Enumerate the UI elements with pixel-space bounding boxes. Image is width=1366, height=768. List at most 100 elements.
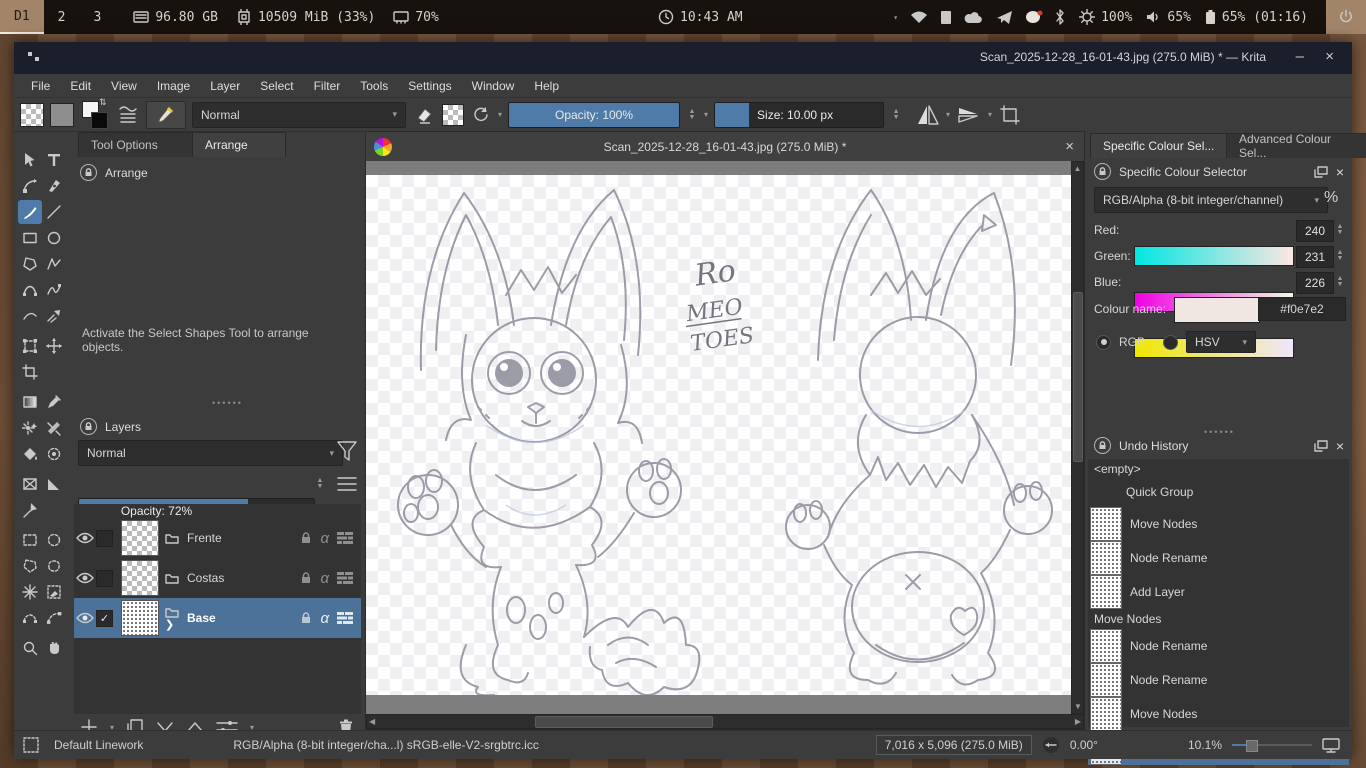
- line-tool[interactable]: [42, 200, 66, 224]
- zoom-value[interactable]: 10.1%: [1188, 738, 1222, 752]
- scroll-right-arrow[interactable]: ▶: [1075, 717, 1081, 726]
- menu-image[interactable]: Image: [148, 76, 199, 96]
- undo-item-move-nodes-2[interactable]: Move Nodes: [1088, 697, 1349, 731]
- swap-colors-icon[interactable]: ⇅: [99, 97, 107, 108]
- wifi-icon[interactable]: [910, 10, 928, 24]
- layer-properties-icon[interactable]: [337, 612, 353, 624]
- bluetooth-icon[interactable]: [1055, 9, 1065, 25]
- menu-settings[interactable]: Settings: [399, 76, 460, 96]
- menu-select[interactable]: Select: [251, 76, 302, 96]
- assistants-tool[interactable]: [18, 472, 42, 496]
- layer-alpha-icon[interactable]: α: [320, 610, 329, 627]
- layer-opacity-spinner[interactable]: ▲ ▼: [314, 472, 326, 496]
- undo-close-icon[interactable]: ×: [1336, 438, 1344, 454]
- colorize-mask-tool[interactable]: [42, 416, 66, 440]
- hsv-radio[interactable]: [1163, 334, 1179, 350]
- layer-row-frente[interactable]: Frente α: [74, 518, 361, 558]
- tab-specific-colour-selector[interactable]: Specific Colour Sel...: [1090, 133, 1244, 158]
- menu-file[interactable]: File: [22, 76, 59, 96]
- layer-thumbnail[interactable]: [121, 560, 159, 596]
- size-spinner[interactable]: ▲ ▼: [890, 103, 902, 127]
- layer-options-menu-icon[interactable]: [336, 474, 358, 494]
- layer-visible-icon[interactable]: [74, 572, 96, 584]
- colour-selector-lock-icon[interactable]: [1094, 163, 1111, 180]
- layer-checkbox[interactable]: [96, 529, 113, 547]
- polyline-tool[interactable]: [42, 252, 66, 276]
- reference-images-tool[interactable]: [18, 498, 42, 522]
- layer-alpha-icon[interactable]: α: [320, 530, 329, 547]
- canvas-vertical-scrollbar[interactable]: ▲ ▼: [1071, 161, 1084, 714]
- magnetic-select-tool[interactable]: [42, 606, 66, 630]
- opacity-dropdown-arrow-icon[interactable]: ▾: [704, 110, 708, 119]
- mirror-vertical-arrow-icon[interactable]: ▾: [988, 110, 992, 119]
- menu-window[interactable]: Window: [463, 76, 524, 96]
- undo-splitter-dots[interactable]: ••••••: [1204, 427, 1235, 437]
- brush-presets-icon[interactable]: [116, 103, 140, 127]
- menu-edit[interactable]: Edit: [61, 76, 100, 96]
- layer-thumbnail[interactable]: [121, 600, 159, 636]
- layer-filter-icon[interactable]: [336, 440, 358, 464]
- blending-mode-dropdown[interactable]: Normal ▾: [192, 101, 406, 128]
- rectangle-tool[interactable]: [18, 226, 42, 250]
- battery-indicator[interactable]: 65% (01:16): [1205, 9, 1308, 25]
- fill-tool[interactable]: [18, 442, 42, 466]
- document-close-button[interactable]: ×: [1065, 138, 1074, 155]
- polygonal-select-tool[interactable]: [18, 554, 42, 578]
- canvas-image[interactable]: Ro MEO TOES: [366, 175, 1071, 695]
- layer-lock-icon[interactable]: [300, 532, 312, 544]
- similar-color-select-tool[interactable]: [42, 580, 66, 604]
- opacity-slider[interactable]: Opacity: 100%: [508, 101, 681, 128]
- layer-lock-icon[interactable]: [300, 612, 312, 624]
- percent-toggle-button[interactable]: %: [1324, 189, 1338, 207]
- elliptical-select-tool[interactable]: [42, 528, 66, 552]
- eraser-mode-button[interactable]: [412, 104, 436, 126]
- undo-item-node-rename-3[interactable]: Node Rename: [1088, 663, 1349, 697]
- scroll-up-arrow[interactable]: ▲: [1072, 162, 1083, 174]
- minimize-button[interactable]: –: [1296, 48, 1304, 65]
- bezier-curve-tool[interactable]: [18, 278, 42, 302]
- cloud-icon[interactable]: [964, 11, 984, 24]
- layers-lock-icon[interactable]: [80, 418, 97, 435]
- image-dimensions[interactable]: 7,016 x 5,096 (275.0 MiB): [875, 735, 1032, 755]
- rgb-radio[interactable]: [1096, 334, 1111, 350]
- layer-properties-icon[interactable]: [337, 572, 353, 584]
- menu-view[interactable]: View: [102, 76, 146, 96]
- layer-checkbox[interactable]: [96, 569, 113, 587]
- workspace-3-button[interactable]: 3: [79, 0, 115, 34]
- undo-item-node-rename-2[interactable]: Node Rename: [1088, 629, 1349, 663]
- fit-to-screen-icon[interactable]: [1322, 737, 1340, 753]
- clipboard-icon[interactable]: [940, 10, 952, 25]
- reload-preset-button[interactable]: [470, 104, 492, 126]
- undo-item-add-layer[interactable]: Add Layer: [1088, 575, 1349, 609]
- polygon-tool[interactable]: [18, 252, 42, 276]
- zoom-tool[interactable]: [18, 636, 42, 660]
- workspace-2-button[interactable]: 2: [44, 0, 80, 34]
- measure-tool[interactable]: [42, 472, 66, 496]
- document-tab-bar[interactable]: Scan_2025-12-28_16-01-43.jpg (275.0 MiB)…: [366, 132, 1084, 162]
- freehand-select-tool[interactable]: [42, 554, 66, 578]
- vertical-scroll-handle[interactable]: [1073, 292, 1083, 462]
- red-channel-value[interactable]: 240: [1296, 220, 1334, 242]
- brush-preset-name[interactable]: Default Linework: [54, 738, 143, 752]
- splitter-handle-dots[interactable]: ••••••: [212, 398, 243, 408]
- undo-item-empty[interactable]: <empty>: [1088, 461, 1355, 477]
- tab-arrange[interactable]: Arrange: [192, 132, 286, 157]
- freehand-path-tool[interactable]: [42, 278, 66, 302]
- pattern-chooser-button[interactable]: [50, 102, 74, 127]
- docker-lock-icon[interactable]: [80, 164, 97, 181]
- size-slider[interactable]: Size: 10.00 px: [714, 101, 885, 128]
- tab-tool-options[interactable]: Tool Options: [78, 132, 200, 157]
- mirror-vertical-button[interactable]: [956, 104, 982, 126]
- layer-lock-icon[interactable]: [300, 572, 312, 584]
- undo-item-quick-group[interactable]: Quick Group: [1088, 479, 1366, 505]
- canvas-horizontal-scrollbar[interactable]: ◀ ▶: [366, 714, 1084, 729]
- layer-row-base[interactable]: ✓ ❯ Base α: [74, 598, 361, 638]
- layer-blend-mode-dropdown[interactable]: Normal ▾: [78, 440, 343, 466]
- fg-bg-color-selector[interactable]: ⇅: [80, 97, 110, 129]
- undo-lock-icon[interactable]: [1094, 437, 1111, 454]
- move-tool[interactable]: [42, 334, 66, 358]
- power-button[interactable]: [1326, 0, 1366, 34]
- rotation-value[interactable]: 0.00°: [1070, 738, 1098, 752]
- mirror-horizontal-button[interactable]: [916, 103, 940, 127]
- menu-filter[interactable]: Filter: [305, 76, 350, 96]
